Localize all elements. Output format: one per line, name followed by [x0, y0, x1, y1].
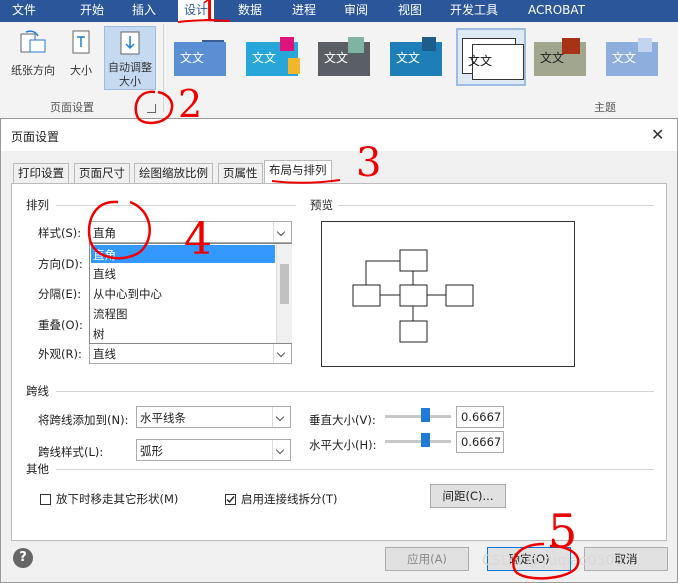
theme-2[interactable]: 文文	[244, 32, 310, 84]
group-page-setup-label: 页面设置	[50, 101, 94, 114]
annotation-3: 3	[356, 140, 382, 186]
dialog-title: 页面设置	[11, 130, 60, 144]
separation-label: 分隔(E):	[38, 287, 82, 301]
add-line-jumps-value: 水平线条	[140, 411, 186, 425]
theme-7-text: 文文	[612, 51, 637, 65]
spacing-button[interactable]: 间距(C)...	[430, 484, 506, 508]
line-jump-style-value: 弧形	[140, 444, 163, 458]
preview-heading: 预览	[310, 198, 333, 212]
theme-2-text: 文文	[252, 51, 277, 65]
page-size-icon	[72, 30, 90, 54]
tab-page-properties[interactable]: 页属性	[218, 163, 263, 183]
apply-button[interactable]: 应用(A)	[385, 547, 469, 571]
theme-4-text: 文文	[396, 51, 421, 65]
tab-acrobat[interactable]: ACROBAT	[522, 0, 591, 22]
horizontal-size-slider[interactable]	[385, 440, 451, 443]
chevron-down-icon[interactable]	[273, 222, 291, 242]
annotation-2: 2	[178, 82, 203, 126]
tab-drawing-scale[interactable]: 绘图缩放比例	[134, 163, 213, 183]
size-label: 大小	[70, 64, 92, 77]
chevron-down-icon[interactable]	[273, 343, 291, 363]
theme-3-text: 文文	[324, 51, 349, 65]
chevron-down-icon[interactable]	[272, 440, 290, 460]
line-jump-style-select[interactable]: 弧形	[136, 439, 291, 461]
annotation-4: 4	[184, 214, 212, 265]
tab-insert[interactable]: 插入	[126, 0, 162, 22]
auto-size-icon	[120, 31, 140, 55]
theme-1-text: 文文	[180, 51, 205, 65]
tab-page-size[interactable]: 页面尺寸	[74, 163, 130, 183]
theme-6[interactable]: 文文	[532, 32, 598, 84]
tab-developer[interactable]: 开发工具	[444, 0, 504, 22]
theme-4[interactable]: 文文	[388, 32, 454, 84]
dropdown-option[interactable]: 树	[93, 326, 105, 342]
tab-process[interactable]: 进程	[286, 0, 322, 22]
line-jumps-heading: 跨线	[26, 384, 49, 398]
theme-1[interactable]: 文文	[172, 32, 238, 84]
add-line-jumps-label: 将跨线添加到(N):	[38, 413, 129, 427]
split-connectors-label: 启用连接线拆分(T)	[241, 492, 338, 506]
dialog-title-bar: 页面设置 ✕	[1, 119, 677, 151]
tab-view[interactable]: 视图	[392, 0, 428, 22]
page-orientation-icon	[20, 30, 46, 53]
group-themes-label: 主题	[594, 101, 616, 114]
move-shapes-label: 放下时移走其它形状(M)	[56, 492, 179, 506]
checkmark-icon	[226, 496, 235, 504]
horizontal-size-slider-thumb[interactable]	[421, 433, 430, 447]
help-icon[interactable]: ?	[13, 548, 33, 568]
split-connectors-checkbox[interactable]	[225, 494, 236, 505]
chevron-down-icon[interactable]	[272, 407, 290, 427]
theme-5-selected[interactable]: 文文	[456, 28, 526, 86]
annotation-underline	[271, 179, 341, 184]
theme-6-text: 文文	[540, 51, 565, 65]
theme-5-text: 文文	[468, 54, 493, 68]
other-heading: 其他	[26, 462, 49, 476]
dropdown-option[interactable]: 流程图	[93, 306, 128, 322]
annotation-circle-ok	[512, 542, 580, 580]
ribbon-tab-bar: 文件 开始 插入 设计 数据 进程 审阅 视图 开发工具 ACROBAT	[0, 0, 678, 22]
paper-orientation-label: 纸张方向	[11, 64, 55, 77]
dropdown-option[interactable]: 从中心到中心	[93, 286, 162, 302]
vertical-size-input[interactable]: 0.6667	[456, 406, 504, 428]
direction-label: 方向(D):	[38, 257, 83, 271]
tab-data[interactable]: 数据	[232, 0, 268, 22]
horizontal-size-input[interactable]: 0.6667	[456, 431, 504, 453]
annotation-circle-style	[87, 200, 151, 260]
tab-home[interactable]: 开始	[74, 0, 110, 22]
line-jump-style-label: 跨线样式(L):	[38, 445, 104, 459]
appearance-label: 外观(R):	[38, 347, 82, 361]
tab-print-setup[interactable]: 打印设置	[13, 163, 69, 183]
annotation-underline	[177, 19, 231, 23]
tab-review[interactable]: 审阅	[338, 0, 374, 22]
overlap-label: 重叠(O):	[38, 318, 83, 332]
ribbon: 纸张方向 大小 自动调整大小 页面设置 文文 文文 文文 文文 文文 文文 文文…	[0, 22, 678, 119]
auto-size-label: 自动调整大小	[108, 61, 152, 88]
annotation-circle-launcher	[134, 90, 174, 125]
vertical-size-label: 垂直大小(V):	[309, 413, 376, 427]
appearance-value: 直线	[93, 347, 116, 361]
theme-3[interactable]: 文文	[316, 32, 382, 84]
preview-separator	[338, 205, 654, 206]
dropdown-option[interactable]: 直线	[93, 266, 116, 282]
vertical-size-slider[interactable]	[385, 415, 451, 418]
theme-7[interactable]: 文文	[604, 32, 670, 84]
horizontal-size-label: 水平大小(H):	[309, 438, 377, 452]
layout-preview	[321, 221, 575, 367]
dropdown-scrollbar[interactable]	[276, 244, 292, 343]
auto-size-button[interactable]: 自动调整大小	[104, 26, 156, 90]
paper-orientation-button[interactable]: 纸张方向	[4, 28, 62, 78]
vertical-size-slider-thumb[interactable]	[421, 408, 430, 422]
tab-file[interactable]: 文件	[6, 0, 42, 22]
add-line-jumps-select[interactable]: 水平线条	[136, 406, 291, 428]
line-jumps-separator	[56, 391, 654, 392]
size-button[interactable]: 大小	[64, 28, 98, 78]
style-label: 样式(S):	[38, 226, 82, 240]
close-icon[interactable]: ✕	[651, 125, 664, 144]
move-shapes-checkbox[interactable]	[40, 494, 51, 505]
appearance-select[interactable]: 直线	[89, 342, 292, 364]
scrollbar-thumb[interactable]	[280, 264, 289, 304]
arrange-heading: 排列	[26, 198, 49, 212]
other-separator	[56, 469, 654, 470]
